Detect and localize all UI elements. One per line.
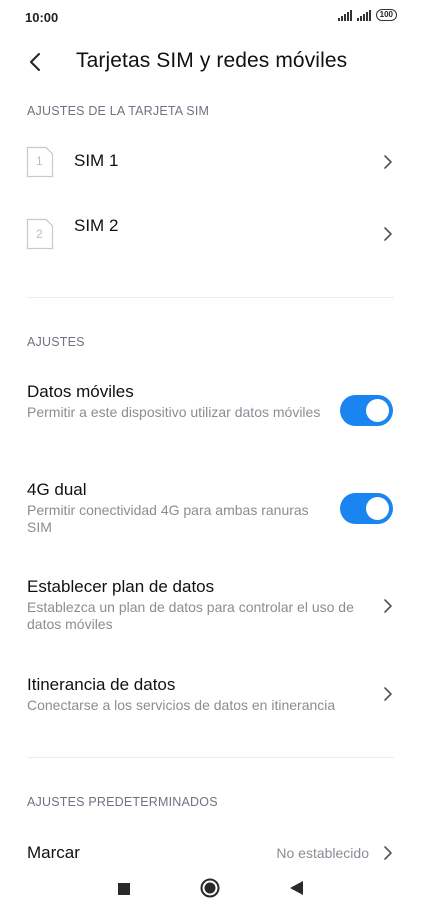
status-time: 10:00 (25, 10, 59, 25)
chevron-right-icon (384, 155, 392, 169)
setting-subtitle: Conectarse a los servicios de datos en i… (27, 697, 336, 713)
back-nav-button[interactable] (290, 881, 303, 900)
data-plan-setting[interactable]: Establecer plan de datos Establezca un p… (0, 577, 421, 637)
back-button[interactable] (22, 48, 50, 76)
section-header-sim: AJUSTES DE LA TARJETA SIM (27, 104, 210, 118)
setting-subtitle: Permitir a este dispositivo utilizar dat… (27, 404, 321, 420)
sim-number: 1 (36, 154, 43, 168)
page-title: Tarjetas SIM y redes móviles (76, 49, 348, 72)
chevron-right-icon (384, 599, 392, 613)
status-bar: 10:00 100 (0, 0, 421, 36)
sim-number: 2 (36, 227, 43, 241)
square-icon (118, 883, 130, 895)
setting-subtitle: Permitir conectividad 4G para ambas ranu… (27, 502, 309, 535)
mobile-data-toggle[interactable] (340, 395, 393, 426)
toggle-knob (366, 497, 389, 520)
triangle-back-icon (290, 881, 303, 895)
navigation-bar (0, 862, 421, 914)
battery-icon: 100 (375, 9, 397, 21)
setting-value: No establecido (276, 845, 369, 861)
setting-title: Establecer plan de datos (27, 577, 215, 596)
mobile-data-setting[interactable]: Datos móviles Permitir a este dispositiv… (0, 382, 421, 442)
app-bar: Tarjetas SIM y redes móviles (0, 40, 421, 84)
setting-title: Datos móviles (27, 382, 134, 401)
sim-label: SIM 1 (74, 151, 119, 170)
home-button[interactable] (200, 878, 220, 903)
divider (27, 297, 394, 298)
section-header-settings: AJUSTES (27, 335, 85, 349)
data-roaming-setting[interactable]: Itinerancia de datos Conectarse a los se… (0, 675, 421, 720)
toggle-knob (366, 399, 389, 422)
section-header-defaults: AJUSTES PREDETERMINADOS (27, 795, 218, 809)
dual-4g-toggle[interactable] (340, 493, 393, 524)
chevron-right-icon (384, 227, 392, 241)
recents-button[interactable] (118, 882, 130, 900)
status-icons: 100 (337, 9, 397, 21)
setting-title: 4G dual (27, 480, 87, 499)
sim-2-row[interactable]: 2 SIM 2 (0, 205, 421, 261)
sim-1-row[interactable]: 1 SIM 1 (0, 134, 421, 190)
signal-icon (337, 9, 352, 21)
setting-title: Marcar (27, 843, 80, 862)
sim-label: SIM 2 (74, 216, 119, 235)
divider (27, 757, 394, 758)
circle-icon (200, 878, 220, 898)
setting-subtitle: Establezca un plan de datos para control… (27, 599, 354, 632)
chevron-right-icon (384, 687, 392, 701)
dual-4g-setting[interactable]: 4G dual Permitir conectividad 4G para am… (0, 480, 421, 540)
chevron-right-icon (384, 846, 392, 860)
setting-title: Itinerancia de datos (27, 675, 176, 694)
back-arrow-icon (30, 53, 40, 71)
signal-icon (356, 9, 371, 21)
